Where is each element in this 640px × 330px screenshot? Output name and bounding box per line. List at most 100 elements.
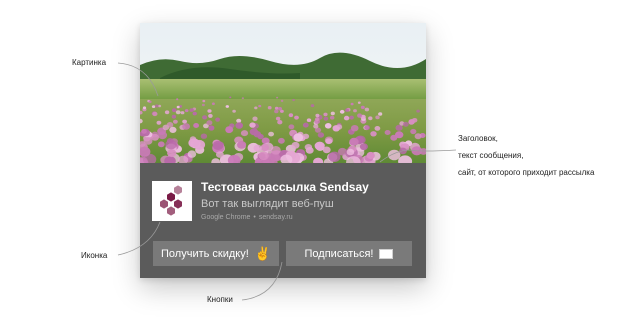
flower <box>277 120 283 125</box>
flower <box>155 104 159 108</box>
flower <box>157 141 165 148</box>
flower <box>357 113 363 118</box>
flower <box>288 113 294 118</box>
flower <box>339 109 345 114</box>
subscribe-button[interactable]: Подписаться! <box>286 241 412 266</box>
flower <box>375 115 380 120</box>
flower <box>192 111 197 116</box>
web-push-notification[interactable]: Тестовая рассылка Sendsay Вот так выгляд… <box>140 23 426 278</box>
flower <box>350 102 354 106</box>
flower <box>268 131 274 137</box>
hand-icon: ✌️ <box>254 246 271 261</box>
annotation-texts-line: Заголовок, <box>458 134 498 143</box>
flower <box>414 133 422 140</box>
flower <box>325 138 333 145</box>
flower <box>249 122 256 128</box>
flower <box>202 99 206 103</box>
flower <box>172 108 177 113</box>
flower <box>208 125 215 131</box>
flower <box>211 102 215 105</box>
flower <box>346 148 355 156</box>
flower <box>151 105 156 108</box>
flower <box>254 106 258 110</box>
flower <box>390 134 398 141</box>
browser-name: Google Chrome <box>201 214 251 221</box>
flower <box>216 151 224 158</box>
flower <box>294 115 299 120</box>
flower <box>350 125 359 132</box>
flower <box>237 141 247 149</box>
flower <box>378 112 383 116</box>
flower <box>225 126 233 134</box>
flower <box>370 131 377 137</box>
flower <box>313 124 319 129</box>
flower <box>201 103 205 107</box>
logo-hexagon <box>174 199 182 209</box>
annotation-texts-line: сайт, от которого приходит рассылка <box>458 168 595 177</box>
flower <box>364 107 370 112</box>
flower <box>182 119 187 124</box>
flower <box>349 137 359 146</box>
flower <box>324 123 332 129</box>
flower <box>323 116 329 121</box>
flower <box>156 120 162 125</box>
flower <box>206 120 213 126</box>
flower <box>169 126 177 133</box>
notification-source: Google Chrome • sendsay.ru <box>201 214 421 221</box>
logo-hexagon <box>174 185 182 195</box>
flower <box>208 113 213 118</box>
flower <box>184 109 189 113</box>
flower <box>260 143 270 151</box>
flower <box>306 118 312 122</box>
logo-hexagon <box>167 206 175 216</box>
flower <box>288 124 295 130</box>
flower <box>384 130 391 135</box>
flower <box>235 122 243 129</box>
flower <box>258 151 269 161</box>
flower <box>200 133 208 139</box>
notification-message: Вот так выглядит веб-пуш <box>201 198 334 210</box>
flower <box>152 111 158 117</box>
app-logo-icon <box>152 181 192 221</box>
flower <box>274 109 279 114</box>
flower <box>323 112 328 117</box>
annotation-texts: Заголовок, текст сообщения, сайт, от кот… <box>458 130 594 181</box>
flower <box>141 129 147 134</box>
annotation-icon: Иконка <box>81 251 108 260</box>
source-separator: • <box>253 214 256 221</box>
get-discount-button[interactable]: Получить скидку! ✌️ <box>153 241 279 266</box>
flower <box>258 104 262 108</box>
flower <box>402 121 409 127</box>
flower <box>167 149 177 158</box>
subscribe-label: Подписаться! <box>304 247 374 260</box>
flower <box>232 109 236 113</box>
flower <box>388 149 401 161</box>
flower <box>314 117 320 122</box>
flower <box>328 151 341 162</box>
flower <box>416 109 420 113</box>
flower <box>293 133 304 142</box>
flower <box>291 141 300 149</box>
flower <box>207 109 212 113</box>
flower <box>176 98 179 101</box>
flower <box>143 137 153 145</box>
flower <box>187 150 197 158</box>
flower <box>229 96 232 99</box>
flower <box>410 128 417 135</box>
flower <box>189 108 194 112</box>
flower <box>249 128 259 136</box>
flower <box>330 111 335 116</box>
flower <box>368 116 373 121</box>
flower <box>180 111 185 115</box>
flower <box>241 97 244 100</box>
annotation-picture: Картинка <box>72 58 107 67</box>
flower <box>225 105 229 108</box>
flower <box>278 137 285 144</box>
flower <box>305 147 314 154</box>
flower <box>353 109 357 113</box>
flower <box>330 115 335 120</box>
flower <box>182 123 190 130</box>
flower <box>310 104 315 108</box>
flower <box>165 139 177 150</box>
flower <box>317 132 325 138</box>
